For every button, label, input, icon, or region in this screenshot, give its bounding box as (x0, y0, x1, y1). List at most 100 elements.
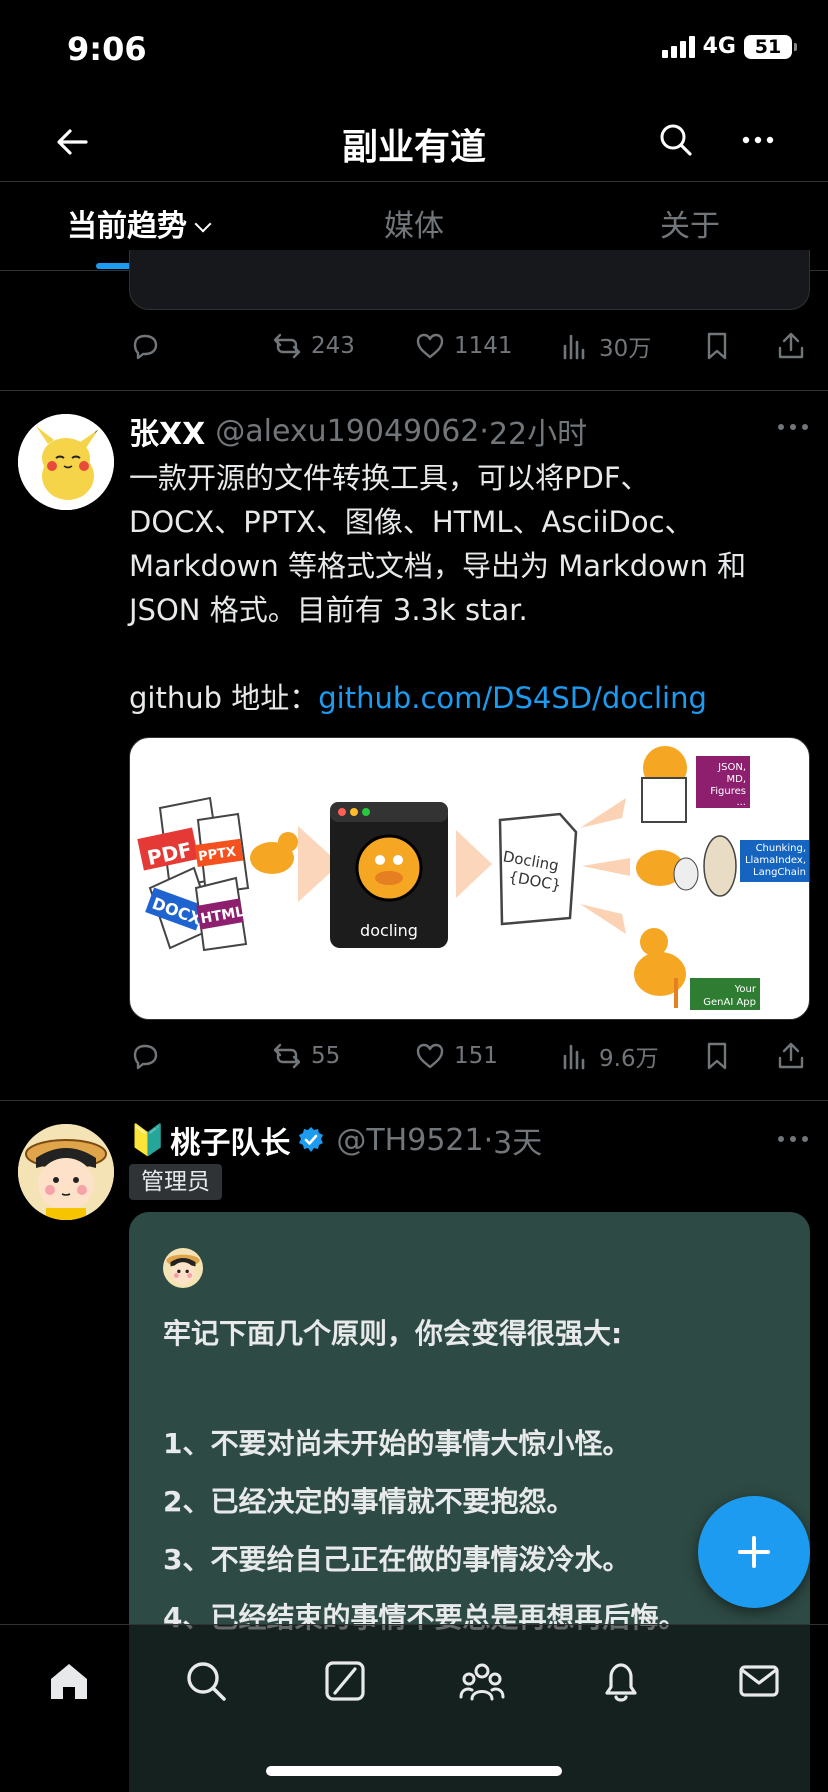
heart-icon (416, 333, 444, 359)
tweet-link-line: github 地址：github.com/DS4SD/docling (129, 676, 809, 720)
integration-label: Chunking, (756, 843, 806, 854)
docling-app-window: docling (330, 802, 448, 948)
tweet-divider (0, 1100, 828, 1101)
tweet-line: Markdown 等格式文档，导出为 Markdown 和 (129, 549, 747, 583)
messages-icon[interactable] (735, 1657, 783, 1705)
tweet-line: DOCX、PPTX、图像、HTML、AsciiDoc、 (129, 505, 694, 539)
share-icon (778, 1042, 804, 1069)
export-label: Figures (710, 786, 746, 797)
tab-media-label: 媒体 (384, 209, 444, 244)
tweet-more-icon[interactable] (776, 1132, 810, 1146)
retweet-button[interactable]: 243 (271, 330, 355, 362)
beginner-badge-icon: 🔰 (129, 1122, 167, 1158)
home-indicator[interactable] (266, 1766, 562, 1776)
tweet-header: 张XX @alexu19049062 · 22小时 (129, 409, 587, 453)
quote-text-line: 1、不要对尚未开始的事情大惊小怪。 (163, 1427, 631, 1460)
views-button[interactable]: 30万 (559, 329, 651, 363)
tweet-media-image[interactable]: PDF PPTX DOCX HTML docling Docling {DOC}… (129, 737, 810, 1020)
pikachu-avatar-icon (18, 414, 114, 510)
avatar[interactable] (18, 414, 114, 510)
verified-badge-icon (299, 1127, 324, 1152)
like-count: 151 (454, 1043, 498, 1069)
bookmark-icon (707, 1042, 727, 1070)
status-time: 9:06 (67, 30, 147, 68)
bookmark-button[interactable] (701, 1040, 733, 1072)
like-button[interactable]: 1141 (414, 330, 513, 362)
quote-text-line: 2、已经决定的事情就不要抱怨。 (163, 1485, 575, 1518)
avatar[interactable] (18, 1124, 114, 1220)
views-count: 9.6万 (599, 1046, 659, 1072)
output-exports: JSON, MD, Figures ... Chunking, LlamaInd… (634, 746, 809, 1010)
reply-icon (133, 1044, 158, 1070)
tweet-time: 3天 (493, 1126, 543, 1161)
chevron-down-icon (194, 215, 212, 233)
tab-about-label: 关于 (660, 209, 720, 244)
retweet-icon (273, 1043, 301, 1069)
page-title: 副业有道 (341, 127, 486, 168)
quote-text-line: 牢记下面几个原则，你会变得很强大: (163, 1317, 623, 1350)
communities-icon[interactable] (458, 1657, 506, 1705)
tweet-line: 一款开源的文件转换工具，可以将PDF、 (129, 461, 650, 495)
signal-icon (661, 35, 695, 58)
notifications-icon[interactable] (597, 1657, 645, 1705)
tweet-time: 22小时 (488, 417, 588, 452)
like-count: 1141 (454, 333, 513, 359)
home-icon[interactable] (45, 1657, 93, 1705)
author-name[interactable]: 桃子队长 (170, 1118, 290, 1162)
views-count: 30万 (599, 336, 652, 362)
integration-label: LlamaIndex, (745, 855, 806, 866)
tweet-actions: 55 151 9.6万 (129, 1034, 809, 1078)
reply-button[interactable] (129, 1040, 161, 1072)
genai-label: GenAI App (703, 997, 756, 1008)
quote-avatar (163, 1248, 203, 1288)
separator: · (483, 1122, 494, 1158)
more-icon[interactable] (738, 120, 778, 160)
like-button[interactable]: 151 (414, 1040, 498, 1072)
docling-document: Docling {DOC} (498, 812, 578, 926)
author-name[interactable]: 张XX (129, 409, 205, 453)
github-link[interactable]: github.com/DS4SD/docling (318, 681, 707, 715)
compose-button[interactable] (698, 1496, 810, 1608)
tweet-divider (0, 390, 828, 391)
quote-text-line: 3、不要给自己正在做的事情泼冷水。 (163, 1543, 631, 1576)
input-docs: PDF PPTX DOCX HTML (137, 796, 298, 952)
retweet-count: 55 (311, 1043, 341, 1069)
cartoon-girl-avatar-icon (163, 1248, 203, 1288)
share-button[interactable] (775, 1040, 807, 1072)
status-bar: 9:06 4G 51 (0, 0, 828, 100)
author-handle[interactable]: @alexu19049062 (215, 414, 479, 449)
status-indicators: 4G 51 (661, 34, 797, 59)
separator: · (479, 413, 489, 449)
docling-diagram: PDF PPTX DOCX HTML docling Docling {DOC}… (137, 746, 809, 1010)
retweet-button[interactable]: 55 (271, 1040, 340, 1072)
genai-label: Your (734, 984, 757, 995)
search-icon[interactable] (656, 120, 696, 160)
integration-label: LangChain (753, 867, 806, 878)
views-button[interactable]: 9.6万 (559, 1039, 659, 1073)
export-label: ... (736, 797, 746, 808)
previous-tweet-card[interactable] (129, 250, 810, 310)
author-handle[interactable]: @TH9521 (336, 1123, 483, 1158)
share-button[interactable] (775, 330, 807, 362)
share-icon (778, 332, 804, 359)
docling-app-label: docling (360, 921, 418, 940)
tweet-body: 一款开源的文件转换工具，可以将PDF、 DOCX、PPTX、图像、HTML、As… (129, 456, 809, 720)
heart-icon (416, 1043, 444, 1069)
battery-icon: 51 (744, 34, 797, 59)
search-icon[interactable] (182, 1657, 230, 1705)
tweet-more-icon[interactable] (776, 420, 810, 434)
tweet-header: 🔰 桃子队长 @TH9521 · 3天 (129, 1118, 542, 1162)
role-badge: 管理员 (129, 1164, 222, 1200)
reply-button[interactable] (129, 330, 161, 362)
network-label: 4G (702, 34, 736, 59)
link-prefix: github 地址： (129, 681, 319, 715)
export-label: JSON, (717, 762, 746, 773)
analytics-icon (563, 1044, 585, 1070)
bookmark-button[interactable] (701, 330, 733, 362)
cartoon-girl-avatar-icon (18, 1124, 114, 1220)
tweet-line: JSON 格式。目前有 3.3k star. (129, 593, 528, 627)
analytics-icon (563, 334, 585, 360)
grok-icon[interactable] (321, 1657, 369, 1705)
reply-icon (133, 334, 158, 360)
retweet-count: 243 (311, 333, 355, 359)
